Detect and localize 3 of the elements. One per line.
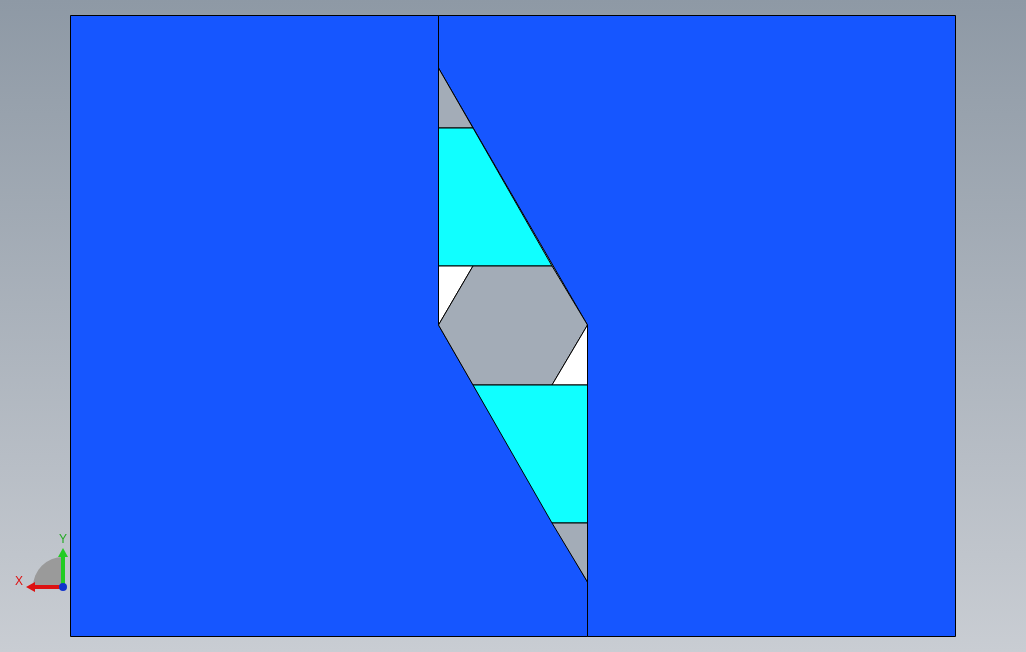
y-axis-label: Y: [59, 533, 67, 545]
axis-triad-icon: [25, 547, 71, 595]
x-axis-label: X: [15, 575, 23, 587]
